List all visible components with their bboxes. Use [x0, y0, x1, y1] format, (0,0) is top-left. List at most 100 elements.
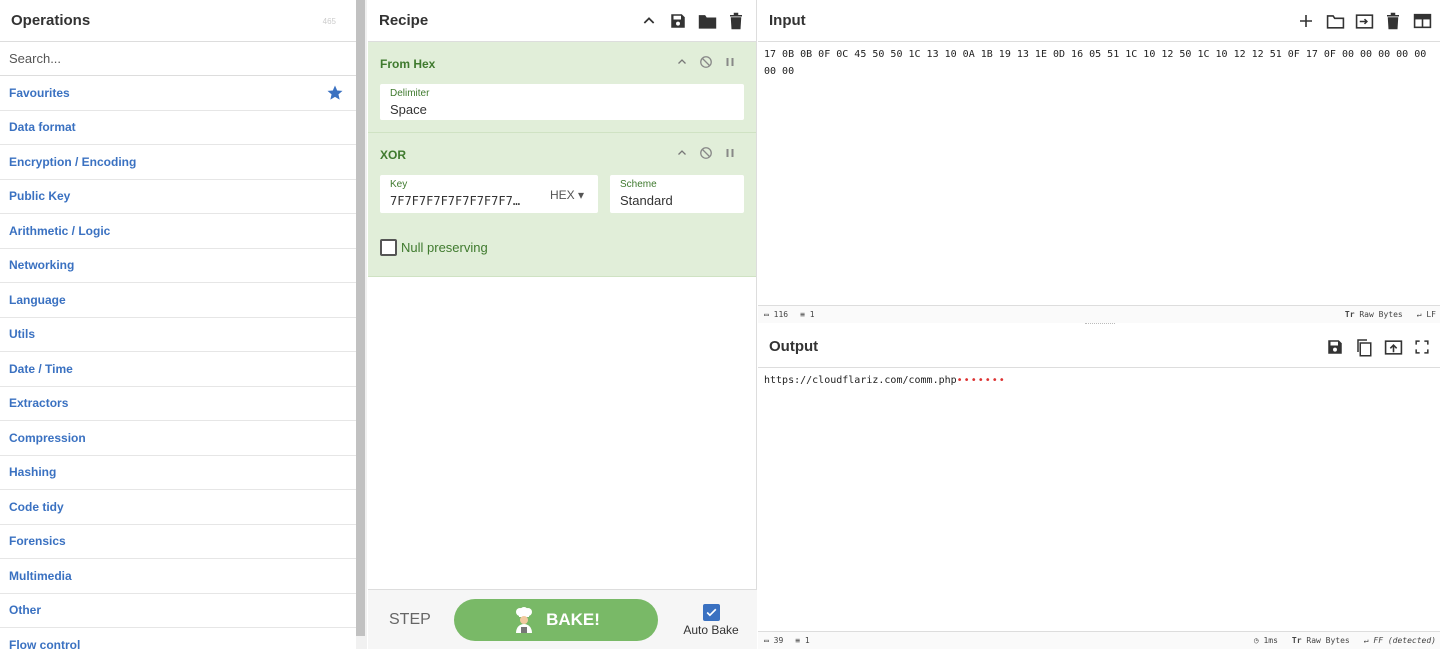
category-other[interactable]: Other [0, 594, 356, 628]
key-format-dropdown[interactable]: HEX ▾ [550, 188, 584, 202]
length-icon: ▭ 39 [764, 636, 784, 645]
checkbox-box[interactable] [380, 239, 397, 256]
auto-bake-toggle[interactable]: Auto Bake [681, 604, 741, 637]
length-icon: ▭ 116 [764, 310, 789, 319]
category-forensics[interactable]: Forensics [0, 525, 356, 559]
output-lines: 1 [804, 636, 810, 645]
scheme-label: Scheme [620, 179, 657, 190]
category-networking[interactable]: Networking [0, 249, 356, 283]
category-label: Compression [9, 430, 86, 445]
input-title: Input [769, 12, 806, 29]
null-bytes: ••••••• [956, 375, 1006, 386]
category-label: Favourites [9, 85, 70, 100]
delimiter-field[interactable]: Delimiter Space [380, 84, 744, 120]
open-file-icon[interactable] [1354, 11, 1374, 31]
category-label: Extractors [9, 396, 69, 411]
layout-icon[interactable] [1412, 11, 1432, 31]
category-label: Data format [9, 120, 76, 135]
category-hashing[interactable]: Hashing [0, 456, 356, 490]
category-label: Language [9, 292, 66, 307]
category-data-format[interactable]: Data format [0, 111, 356, 145]
category-label: Other [9, 603, 42, 618]
trash-icon[interactable] [1383, 11, 1403, 31]
folder-icon[interactable] [697, 11, 717, 31]
operations-panel: Operations 465 Search... Favourites Data… [0, 0, 367, 649]
delimiter-label: Delimiter [390, 88, 430, 99]
bake-bar: STEP BAKE! Auto Bake [368, 589, 757, 649]
op-xor[interactable]: XOR Key 7F7F7F7F7F7F7F7F7… HEX ▾ Scheme … [368, 133, 756, 277]
category-multimedia[interactable]: Multimedia [0, 559, 356, 594]
lines-icon: ≡ 1 [800, 310, 815, 319]
pause-icon[interactable] [722, 145, 738, 161]
category-favourites[interactable]: Favourites [0, 76, 356, 111]
step-button[interactable]: STEP [389, 611, 431, 629]
category-utils[interactable]: Utils [0, 318, 356, 352]
chef-icon [516, 607, 533, 633]
recipe-title: Recipe [379, 12, 429, 29]
category-label: Flow control [9, 637, 81, 649]
category-extractors[interactable]: Extractors [0, 387, 356, 421]
maximize-icon[interactable] [1412, 337, 1432, 357]
op-title: XOR [380, 148, 407, 162]
disable-icon[interactable] [698, 145, 714, 161]
ops-scrollbar[interactable] [356, 0, 365, 636]
input-lines: 1 [809, 310, 815, 319]
auto-bake-label: Auto Bake [683, 623, 739, 637]
bake-button[interactable]: BAKE! [454, 599, 658, 641]
category-label: Forensics [9, 534, 66, 549]
output-textarea[interactable]: https://cloudflariz.com/comm.php••••••• [758, 368, 1440, 393]
category-flow-control[interactable]: Flow control [0, 628, 356, 649]
open-folder-icon[interactable] [1325, 11, 1345, 31]
eol-selector[interactable]: ↵ LF [1417, 310, 1436, 319]
chevron-up-icon[interactable] [639, 11, 659, 31]
output-title: Output [769, 338, 819, 355]
null-preserving-label: Null preserving [401, 240, 488, 255]
category-encryption-encoding[interactable]: Encryption / Encoding [0, 145, 356, 180]
operations-header: Operations 465 [0, 0, 356, 42]
checkbox-checked-icon[interactable] [702, 604, 720, 621]
output-time: 1ms [1263, 636, 1278, 645]
category-date-time[interactable]: Date / Time [0, 352, 356, 387]
output-length: 39 [773, 636, 784, 645]
input-eol: LF [1426, 310, 1436, 319]
save-icon[interactable] [1325, 337, 1345, 357]
bake-label: BAKE! [546, 610, 600, 629]
output-text: https://cloudflariz.com/comm.php [764, 375, 957, 386]
category-compression[interactable]: Compression [0, 421, 356, 456]
bake-time: ◷ 1ms [1253, 636, 1278, 645]
star-icon [327, 85, 343, 100]
input-length: 116 [773, 310, 789, 319]
copy-icon[interactable] [1354, 337, 1374, 357]
category-label: Utils [9, 327, 36, 342]
category-label: Multimedia [9, 568, 72, 583]
scheme-value: Standard [620, 193, 673, 208]
op-title: From Hex [380, 57, 436, 71]
eol-selector[interactable]: ↵ FF (detected) [1364, 636, 1436, 645]
charset-selector[interactable]: Tr Raw Bytes [1345, 310, 1403, 319]
category-code-tidy[interactable]: Code tidy [0, 490, 356, 525]
op-from-hex[interactable]: From Hex Delimiter Space [368, 42, 756, 133]
category-arithmetic-logic[interactable]: Arithmetic / Logic [0, 214, 356, 249]
scheme-field[interactable]: Scheme Standard [610, 175, 744, 213]
operations-count: 465 [322, 17, 336, 26]
disable-icon[interactable] [698, 54, 714, 70]
pause-icon[interactable] [722, 54, 738, 70]
output-charset: Raw Bytes [1306, 636, 1350, 645]
null-preserving-checkbox[interactable]: Null preserving [380, 239, 488, 256]
replace-input-icon[interactable] [1383, 337, 1403, 357]
key-field[interactable]: Key 7F7F7F7F7F7F7F7F7… HEX ▾ [380, 175, 598, 213]
trash-icon[interactable] [726, 11, 746, 31]
charset-selector[interactable]: Tr Raw Bytes [1292, 636, 1350, 645]
output-header: Output [758, 326, 1440, 368]
input-textarea[interactable]: 17 0B 0B 0F 0C 45 50 50 1C 13 10 0A 1B 1… [758, 42, 1440, 84]
category-public-key[interactable]: Public Key [0, 180, 356, 214]
save-icon[interactable] [668, 11, 688, 31]
add-tab-icon[interactable] [1296, 11, 1316, 31]
category-label: Hashing [9, 465, 57, 480]
chevron-up-icon[interactable] [674, 145, 690, 161]
operations-search-input[interactable]: Search... [0, 42, 356, 76]
recipe-header: Recipe [368, 0, 756, 42]
category-label: Public Key [9, 189, 71, 204]
chevron-up-icon[interactable] [674, 54, 690, 70]
category-language[interactable]: Language [0, 283, 356, 318]
